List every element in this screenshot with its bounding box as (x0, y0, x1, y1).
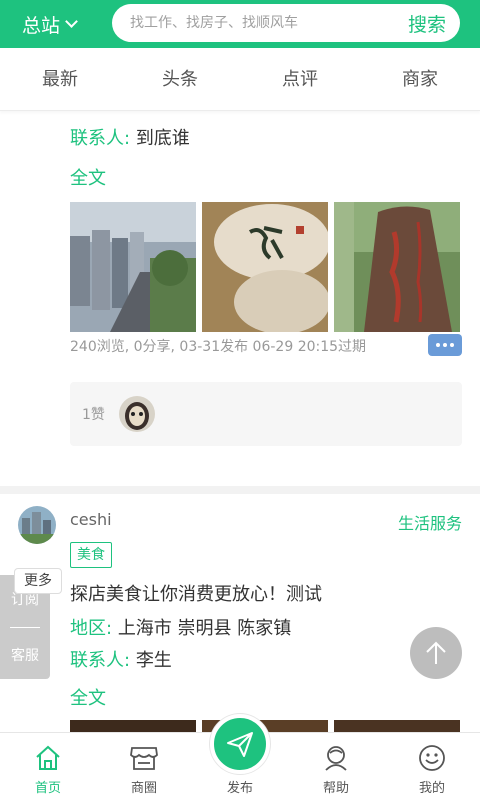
dot-icon (436, 343, 440, 347)
customer-service-button[interactable]: 客服 (0, 645, 50, 665)
food-tag[interactable]: 美食 (70, 542, 112, 568)
liker-avatar[interactable] (118, 396, 155, 432)
search-bar: 搜索 (112, 4, 460, 42)
contact-label: 联系人: (70, 128, 131, 149)
post-title[interactable]: 探店美食让你消费更放心！测试 (70, 580, 322, 606)
smiley-icon (417, 743, 447, 773)
user-avatar[interactable] (18, 506, 56, 544)
username[interactable]: ceshi (70, 510, 112, 529)
contact-label: 联系人: (70, 650, 131, 671)
chevron-down-icon (65, 15, 78, 28)
photo-thumb[interactable] (334, 720, 460, 732)
more-button[interactable]: 更多 (14, 568, 62, 594)
nav-profile[interactable]: 我的 (384, 733, 480, 800)
search-input[interactable] (112, 15, 392, 31)
top-header: 总站 搜索 (0, 0, 480, 48)
photo-gallery (70, 202, 460, 332)
nav-label: 商圈 (130, 781, 157, 796)
nav-help[interactable]: 帮助 (288, 733, 384, 800)
fulltext-link[interactable]: 全文 (70, 164, 106, 190)
more-options-button[interactable] (428, 334, 462, 356)
photo-carved-rock[interactable] (334, 202, 460, 332)
nav-label: 帮助 (322, 781, 349, 796)
nav-label: 发布 (226, 781, 253, 796)
help-icon (321, 743, 351, 773)
photo-stone[interactable] (202, 202, 328, 332)
nav-label: 我的 (418, 781, 445, 796)
app-root: 总站 搜索 最新 头条 点评 商家 联系人: 到底谁 全文 (0, 0, 480, 800)
store-icon (129, 743, 159, 773)
paper-plane-icon (227, 732, 253, 757)
likes-panel: 1赞 (70, 382, 462, 446)
post-meta: 240浏览, 0分享, 03-31发布 06-29 20:15过期 (70, 339, 367, 355)
contact-row: 联系人: 李生 (70, 646, 172, 672)
fulltext-link[interactable]: 全文 (70, 684, 106, 710)
post-category[interactable]: 生活服务 (398, 510, 462, 534)
section-divider (0, 486, 480, 494)
tab-latest[interactable]: 最新 (0, 48, 120, 110)
home-icon (33, 743, 63, 773)
tab-merchants[interactable]: 商家 (360, 48, 480, 110)
nav-business[interactable]: 商圈 (96, 733, 192, 800)
publish-button[interactable] (210, 714, 270, 774)
search-button[interactable]: 搜索 (408, 10, 446, 37)
region-label: 地区: (70, 618, 113, 639)
tab-headlines[interactable]: 头条 (120, 48, 240, 110)
station-selector[interactable]: 总站 (0, 0, 110, 48)
contact-value: 李生 (135, 650, 172, 671)
back-to-top-button[interactable] (410, 627, 462, 679)
region-row: 地区: 上海市 崇明县 陈家镇 (70, 614, 291, 640)
side-divider (10, 627, 40, 628)
station-label: 总站 (22, 14, 61, 37)
nav-home[interactable]: 首页 (0, 733, 96, 800)
post-card: 联系人: 到底谁 全文 240浏览, 0分享, 03-31发布 06-29 20… (0, 112, 480, 472)
dot-icon (450, 343, 454, 347)
nav-label: 首页 (34, 781, 61, 796)
like-count: 1赞 (82, 407, 105, 423)
post-card: ceshi 生活服务 美食 探店美食让你消费更放心！测试 地区: 上海市 崇明县… (0, 500, 480, 732)
photo-street[interactable] (70, 202, 196, 332)
photo-thumb[interactable] (70, 720, 196, 732)
post-feed[interactable]: 联系人: 到底谁 全文 240浏览, 0分享, 03-31发布 06-29 20… (0, 112, 480, 732)
contact-row: 联系人: 到底谁 (70, 126, 190, 152)
dot-icon (443, 343, 447, 347)
region-value: 上海市 崇明县 陈家镇 (117, 618, 292, 639)
contact-value: 到底谁 (135, 128, 190, 149)
tab-reviews[interactable]: 点评 (240, 48, 360, 110)
arrow-up-icon (426, 641, 446, 664)
category-tabs: 最新 头条 点评 商家 (0, 48, 480, 111)
